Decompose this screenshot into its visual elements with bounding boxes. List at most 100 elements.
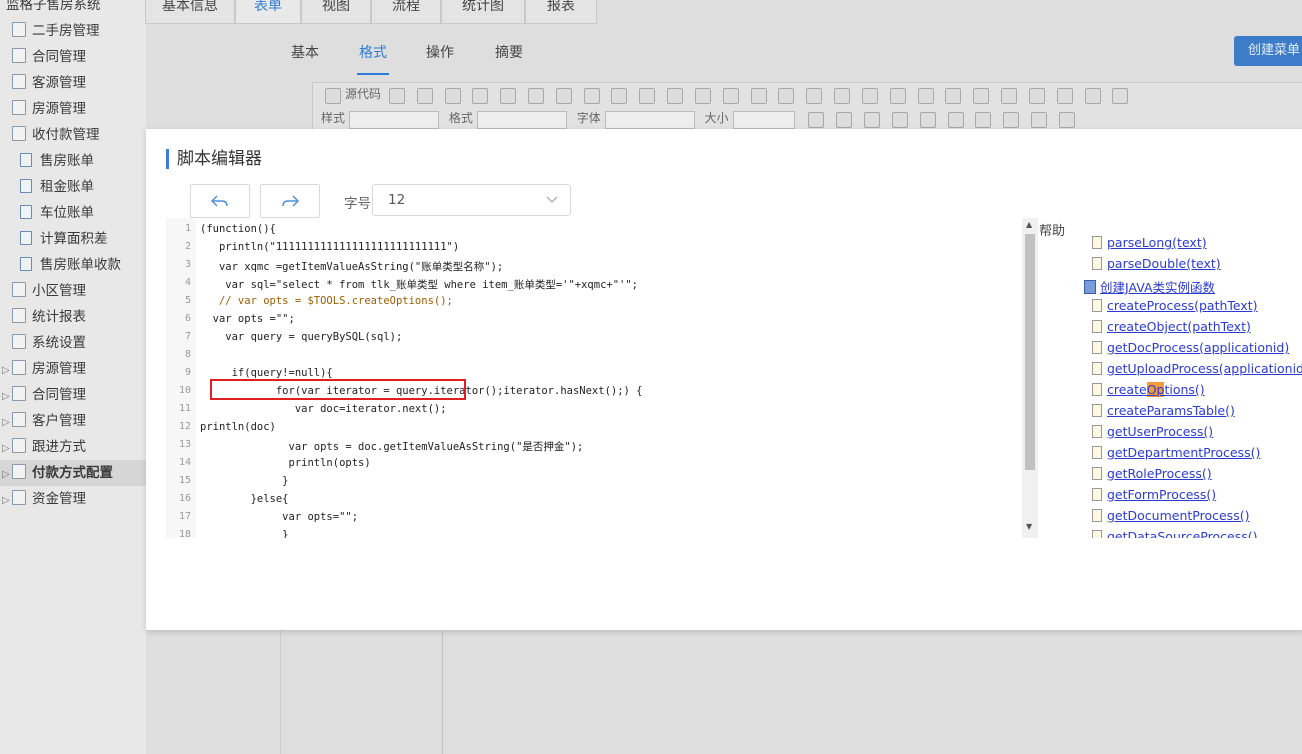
sidebar-item[interactable]: ▷ 房源管理: [0, 356, 148, 382]
align-center-icon[interactable]: [1003, 112, 1020, 128]
sidebar-item[interactable]: 租金账单: [0, 174, 166, 200]
sidebar-item[interactable]: 房源管理: [0, 96, 148, 122]
help-function-label[interactable]: getDepartmentProcess(): [1107, 445, 1260, 460]
expand-arrow-icon[interactable]: ▷: [2, 358, 12, 384]
sidebar-item[interactable]: 二手房管理: [0, 18, 148, 44]
paste-word-icon[interactable]: [583, 88, 600, 104]
sidebar-item[interactable]: 客源管理: [0, 70, 148, 96]
help-function-label[interactable]: createObject(pathText): [1107, 319, 1251, 334]
help-function-label[interactable]: createProcess(pathText): [1107, 298, 1258, 313]
source-button[interactable]: 源代码: [345, 87, 381, 101]
sidebar-item[interactable]: ▷ 客户管理: [0, 408, 148, 434]
style-select[interactable]: [349, 111, 440, 129]
sidebar-item[interactable]: ▷ 合同管理: [0, 382, 148, 408]
undo-button[interactable]: [190, 184, 250, 218]
help-function-label[interactable]: getDocumentProcess(): [1107, 508, 1249, 523]
help-function-link[interactable]: getUserProcess(): [1092, 424, 1213, 445]
help-function-link[interactable]: getDataSourceProcess(): [1092, 529, 1257, 538]
align-justify-icon[interactable]: [1058, 112, 1075, 128]
code-editor[interactable]: 1 2 3 4 5 6 7 8 9 10 11 12 13 14 15 16 17 18 (function(){…: [166, 218, 1011, 538]
underline-icon[interactable]: [864, 112, 881, 128]
save-icon[interactable]: [388, 88, 405, 104]
redo-icon[interactable]: [667, 88, 684, 104]
help-function-label[interactable]: getUploadProcess(applicationid): [1107, 361, 1302, 376]
superscript-icon[interactable]: [947, 112, 964, 128]
cut-icon[interactable]: [472, 88, 489, 104]
remove-format-icon[interactable]: [778, 88, 795, 104]
smiley-icon[interactable]: [1084, 88, 1101, 104]
help-category[interactable]: 创建JAVA类实例函数: [1084, 277, 1215, 296]
special-char-icon[interactable]: [1112, 88, 1129, 104]
div-icon[interactable]: [945, 88, 962, 104]
paste-text-icon[interactable]: [555, 88, 572, 104]
help-function-link[interactable]: getUploadProcess(applicationid): [1092, 361, 1302, 382]
undo-icon[interactable]: [639, 88, 656, 104]
size-select[interactable]: [732, 111, 795, 129]
help-scrollbar[interactable]: ▲ ▼: [1022, 218, 1038, 538]
sidebar-item[interactable]: ▷ 跟进方式: [0, 434, 148, 460]
sidebar-item[interactable]: 合同管理: [0, 44, 148, 70]
expand-arrow-icon[interactable]: ▷: [2, 410, 12, 436]
align-right-icon[interactable]: [1031, 112, 1047, 128]
bold-icon[interactable]: [808, 112, 825, 128]
sidebar-item[interactable]: 车位账单: [0, 200, 166, 226]
sidebar-item[interactable]: 售房账单: [0, 148, 166, 174]
source-icon[interactable]: [325, 88, 341, 104]
help-function-label[interactable]: parseDouble(text): [1107, 256, 1221, 271]
table-icon[interactable]: [1028, 88, 1045, 104]
replace-icon[interactable]: [722, 88, 739, 104]
help-function-link[interactable]: getDocProcess(applicationid): [1092, 340, 1289, 361]
sidebar-item[interactable]: 系统设置: [0, 330, 148, 356]
expand-arrow-icon[interactable]: ▷: [2, 488, 12, 514]
help-function-link[interactable]: getDepartmentProcess(): [1092, 445, 1260, 466]
align-left-icon[interactable]: [975, 112, 992, 128]
sidebar-item[interactable]: ▷ 资金管理: [0, 486, 148, 512]
help-function-link[interactable]: createObject(pathText): [1092, 319, 1251, 340]
image-icon[interactable]: [973, 88, 990, 104]
help-function-link[interactable]: createOptions(): [1092, 382, 1205, 403]
flash-icon[interactable]: [1001, 88, 1018, 104]
help-function-link[interactable]: getFormProcess(): [1092, 487, 1216, 508]
tab-inner[interactable]: 基本: [291, 42, 319, 62]
indent-icon[interactable]: [889, 88, 906, 104]
strike-icon[interactable]: [891, 112, 908, 128]
find-icon[interactable]: [694, 88, 711, 104]
help-function-label[interactable]: getFormProcess(): [1107, 487, 1216, 502]
horizontal-rule-icon[interactable]: [1056, 88, 1073, 104]
help-function-label[interactable]: getUserProcess(): [1107, 424, 1213, 439]
redo-button[interactable]: [260, 184, 320, 218]
help-category-label[interactable]: 创建JAVA类实例函数: [1100, 280, 1215, 295]
sidebar-item[interactable]: 计算面积差: [0, 226, 166, 252]
scroll-up-icon[interactable]: ▲: [1026, 220, 1032, 229]
sidebar-item[interactable]: 小区管理: [0, 278, 148, 304]
help-function-link[interactable]: parseDouble(text): [1092, 256, 1221, 277]
scroll-thumb[interactable]: [1025, 234, 1035, 470]
tab-inner[interactable]: 操作: [426, 42, 454, 62]
help-function-label[interactable]: parseLong(text): [1107, 235, 1207, 250]
help-function-label[interactable]: createOptions(): [1107, 382, 1205, 397]
tab-outer[interactable]: 流程: [371, 0, 441, 24]
font-size-select[interactable]: 12: [372, 184, 571, 216]
tab-outer[interactable]: 表单: [235, 0, 301, 24]
template-icon[interactable]: [444, 88, 461, 104]
blockquote-icon[interactable]: [917, 88, 934, 104]
help-function-label[interactable]: getDataSourceProcess(): [1107, 529, 1257, 538]
spellcheck-icon[interactable]: [611, 88, 628, 104]
tab-outer[interactable]: 统计图: [441, 0, 525, 24]
tab-outer[interactable]: 视图: [301, 0, 371, 24]
expand-arrow-icon[interactable]: ▷: [2, 436, 12, 462]
tab-inner[interactable]: 摘要: [495, 42, 523, 62]
outdent-icon[interactable]: [861, 88, 878, 104]
sidebar-item[interactable]: 统计报表: [0, 304, 148, 330]
tab-inner[interactable]: 格式: [357, 42, 389, 75]
help-function-label[interactable]: createParamsTable(): [1107, 403, 1235, 418]
help-function-link[interactable]: parseLong(text): [1092, 235, 1207, 256]
subscript-icon[interactable]: [919, 112, 936, 128]
font-select[interactable]: [604, 111, 695, 129]
help-function-label[interactable]: getDocProcess(applicationid): [1107, 340, 1289, 355]
expand-arrow-icon[interactable]: ▷: [2, 462, 12, 488]
sidebar-item[interactable]: 收付款管理: [0, 122, 148, 148]
help-function-link[interactable]: createParamsTable(): [1092, 403, 1235, 424]
preview-icon[interactable]: [416, 88, 433, 104]
help-function-label[interactable]: getRoleProcess(): [1107, 466, 1212, 481]
